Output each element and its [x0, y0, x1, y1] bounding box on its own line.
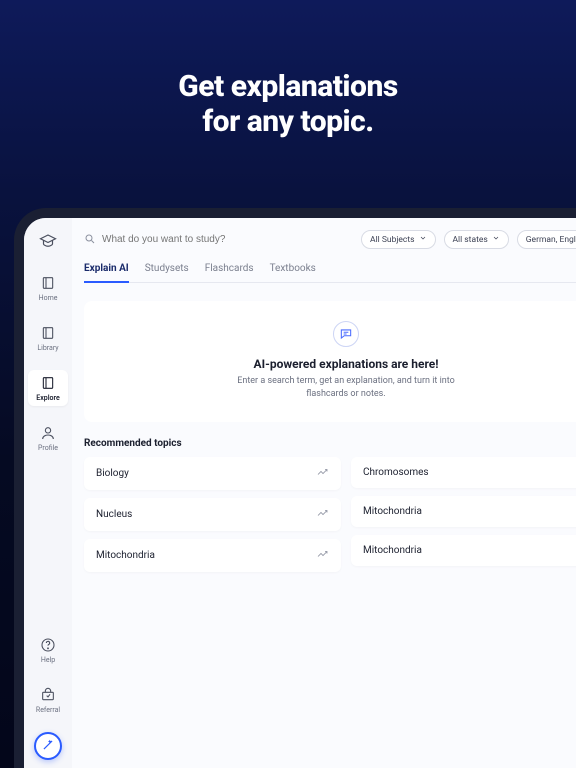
magic-wand-icon: [41, 737, 55, 756]
tab-textbooks[interactable]: Textbooks: [270, 259, 316, 282]
filter-languages[interactable]: German, English: [517, 230, 576, 249]
magic-fab-button[interactable]: [34, 732, 62, 760]
search-input[interactable]: [102, 234, 353, 245]
trend-up-icon: [317, 549, 329, 562]
trend-up-icon: [317, 467, 329, 480]
topic-card[interactable]: Chromosomes: [351, 457, 576, 488]
topic-label: Mitochondria: [96, 550, 155, 561]
chat-ai-icon: [333, 321, 359, 347]
profile-icon: [39, 424, 57, 442]
topic-card[interactable]: Mitochondria: [351, 496, 576, 527]
explain-hero-subtitle: Enter a search term, get an explanation,…: [216, 375, 476, 400]
sidebar-item-label: Referral: [36, 706, 60, 714]
sidebar-item-label: Help: [41, 656, 55, 664]
help-icon: [39, 636, 57, 654]
library-icon: [39, 324, 57, 342]
sidebar-item-library[interactable]: Library: [28, 320, 68, 356]
tab-flashcards[interactable]: Flashcards: [205, 259, 254, 282]
topic-card[interactable]: Mitochondria: [84, 539, 341, 572]
sidebar-item-label: Profile: [38, 444, 58, 452]
sidebar-item-label: Explore: [36, 394, 59, 402]
filter-states[interactable]: All states: [444, 230, 509, 249]
tab-explain-ai[interactable]: Explain AI: [84, 259, 129, 282]
topic-label: Chromosomes: [363, 467, 429, 478]
topic-label: Biology: [96, 468, 129, 479]
explain-hero-title: AI-powered explanations are here!: [96, 357, 576, 371]
topic-card[interactable]: Mitochondria: [351, 535, 576, 566]
filter-subjects[interactable]: All Subjects: [361, 230, 435, 249]
marketing-headline: Get explanations for any topic.: [0, 0, 576, 139]
tab-studysets[interactable]: Studysets: [145, 259, 189, 282]
recommended-title: Recommended topics: [84, 438, 576, 449]
app-window: Home Library Explore Profile Help Referr…: [24, 218, 576, 768]
sidebar: Home Library Explore Profile Help Referr…: [24, 218, 72, 768]
topic-label: Mitochondria: [363, 506, 422, 517]
topic-card[interactable]: Nucleus: [84, 498, 341, 531]
topic-card[interactable]: Biology: [84, 457, 341, 490]
graduation-cap-icon[interactable]: [39, 232, 57, 250]
explain-hero-panel: AI-powered explanations are here! Enter …: [84, 301, 576, 422]
sidebar-item-label: Home: [39, 294, 58, 302]
explore-icon: [39, 374, 57, 392]
chevron-down-icon: [492, 234, 500, 245]
search-field[interactable]: [84, 230, 353, 249]
sidebar-item-help[interactable]: Help: [28, 632, 68, 668]
sidebar-item-referral[interactable]: Referral: [28, 682, 68, 718]
sidebar-item-profile[interactable]: Profile: [28, 420, 68, 456]
sidebar-item-home[interactable]: Home: [28, 270, 68, 306]
headline-line-1: Get explanations: [0, 70, 576, 105]
sidebar-item-label: Library: [37, 344, 58, 352]
filter-label: All states: [453, 235, 488, 245]
filter-label: All Subjects: [370, 235, 414, 245]
topic-label: Nucleus: [96, 509, 132, 520]
book-icon: [39, 274, 57, 292]
trend-up-icon: [317, 508, 329, 521]
chevron-down-icon: [419, 234, 427, 245]
tabs: Explain AI Studysets Flashcards Textbook…: [84, 259, 576, 283]
topic-label: Mitochondria: [363, 545, 422, 556]
filter-label: German, English: [526, 235, 576, 245]
headline-line-2: for any topic.: [0, 105, 576, 140]
toolbar: All Subjects All states German, English: [84, 230, 576, 249]
recommended-grid: Biology Nucleus Mitochondria Chromosomes…: [84, 457, 576, 572]
sidebar-item-explore[interactable]: Explore: [28, 370, 68, 406]
referral-icon: [39, 686, 57, 704]
main-content: All Subjects All states German, English …: [72, 218, 576, 768]
search-icon: [84, 230, 96, 249]
